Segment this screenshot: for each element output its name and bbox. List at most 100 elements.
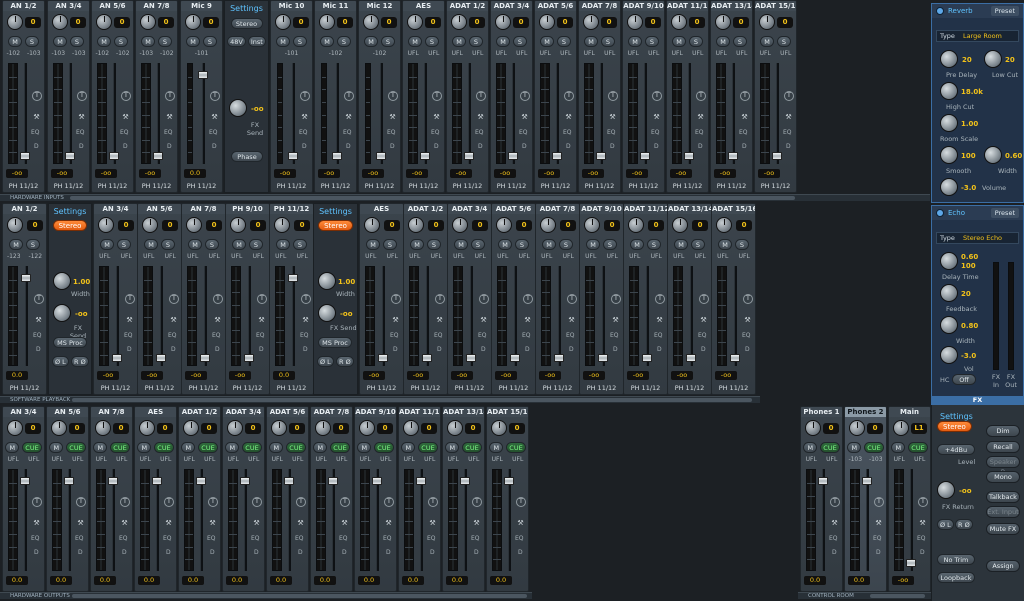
mute-button[interactable]: M (847, 442, 862, 453)
eq-label[interactable]: EQ (695, 129, 704, 136)
mute-button[interactable]: M (186, 36, 200, 47)
settings-wrench-icon[interactable]: ⚒ (300, 113, 309, 122)
dynamics-label[interactable]: D (518, 549, 523, 556)
eq-label[interactable]: EQ (31, 535, 40, 542)
trim-icon[interactable]: T (388, 91, 398, 101)
routing-label[interactable]: PH 11/12 (491, 182, 532, 190)
reverb-roomscale-knob[interactable] (940, 114, 958, 132)
volume-fader[interactable] (422, 354, 432, 362)
trim-icon[interactable]: T (611, 294, 621, 304)
eq-label[interactable]: EQ (654, 332, 663, 339)
reverb-lowcut-knob[interactable] (984, 50, 1002, 68)
playback-stereo-button-1[interactable]: Stereo (52, 220, 88, 231)
dynamics-label[interactable]: D (386, 549, 391, 556)
cr-fx-return-knob[interactable] (937, 481, 955, 499)
routing-label[interactable]: PH 11/12 (181, 182, 222, 190)
gain-knob[interactable] (359, 420, 375, 436)
settings-wrench-icon[interactable]: ⚒ (479, 316, 488, 325)
trim-icon[interactable]: T (699, 294, 709, 304)
settings-wrench-icon[interactable]: ⚒ (830, 519, 839, 528)
gain-knob[interactable] (451, 14, 467, 30)
volume-fader[interactable] (109, 152, 119, 160)
routing-label[interactable]: PH 11/12 (315, 182, 356, 190)
trim-icon[interactable]: T (564, 91, 574, 101)
solo-button[interactable]: S (25, 36, 39, 47)
gain-knob[interactable] (227, 420, 243, 436)
dynamics-label[interactable]: D (474, 549, 479, 556)
channel-name[interactable]: AN 5/6 (47, 407, 88, 417)
gain-knob[interactable] (447, 420, 463, 436)
solo-button[interactable]: S (557, 36, 571, 47)
mute-button[interactable]: M (144, 239, 158, 250)
inst-button[interactable]: Inst (247, 36, 266, 47)
cue-button[interactable]: CUE (462, 442, 482, 453)
eq-label[interactable]: EQ (299, 129, 308, 136)
mute-button[interactable]: M (628, 36, 642, 47)
reverb-smooth-knob[interactable] (940, 146, 958, 164)
eq-label[interactable]: EQ (519, 129, 528, 136)
echo-feedback-knob[interactable] (940, 284, 958, 302)
mute-button[interactable]: M (49, 442, 64, 453)
trim-icon[interactable]: T (740, 91, 750, 101)
settings-wrench-icon[interactable]: ⚒ (340, 519, 349, 528)
solo-button[interactable]: S (469, 36, 483, 47)
volume-fader[interactable] (862, 477, 872, 485)
channel-name[interactable]: AN 1/2 (3, 204, 46, 214)
settings-wrench-icon[interactable]: ⚒ (608, 113, 617, 122)
mute-button[interactable]: M (760, 36, 774, 47)
volume-fader[interactable] (728, 152, 738, 160)
routing-label[interactable]: PH 11/12 (624, 384, 667, 392)
eq-label[interactable]: EQ (31, 129, 40, 136)
gain-knob[interactable] (275, 14, 291, 30)
volume-fader[interactable] (196, 477, 206, 485)
settings-wrench-icon[interactable]: ⚒ (34, 316, 43, 325)
channel-name[interactable]: AES (403, 1, 444, 11)
solo-button[interactable]: S (777, 36, 791, 47)
routing-label[interactable]: PH 11/12 (623, 182, 664, 190)
cr-recall-button[interactable]: Recall (986, 441, 1020, 453)
gain-knob[interactable] (408, 217, 424, 233)
settings-wrench-icon[interactable]: ⚒ (435, 316, 444, 325)
channel-name[interactable]: ADAT 15/16 (487, 407, 528, 417)
gain-knob[interactable] (407, 14, 423, 30)
channel-name[interactable]: Phones 2 (845, 407, 886, 417)
settings-wrench-icon[interactable]: ⚒ (918, 519, 927, 528)
hardware-inputs-scrollbar[interactable] (70, 196, 795, 200)
trim-icon[interactable]: T (567, 294, 577, 304)
trim-icon[interactable]: T (476, 91, 486, 101)
gain-knob[interactable] (98, 217, 114, 233)
volume-fader[interactable] (328, 477, 338, 485)
gain-knob[interactable] (403, 420, 419, 436)
dynamics-label[interactable]: D (122, 549, 127, 556)
mute-button[interactable]: M (364, 36, 378, 47)
mute-button[interactable]: M (100, 239, 114, 250)
eq-label[interactable]: EQ (390, 332, 399, 339)
cr-speaker-b-button[interactable]: Speaker B (986, 456, 1020, 476)
gain-knob[interactable] (491, 420, 507, 436)
routing-label[interactable]: PH 11/12 (667, 182, 708, 190)
gain-knob[interactable] (716, 217, 732, 233)
trim-icon[interactable]: T (77, 91, 87, 101)
channel-name[interactable]: ADAT 15/16 (712, 204, 755, 214)
trim-icon[interactable]: T (34, 294, 44, 304)
trim-icon[interactable]: T (213, 294, 223, 304)
settings-wrench-icon[interactable]: ⚒ (213, 316, 222, 325)
routing-label[interactable]: PH 11/12 (136, 182, 177, 190)
dynamics-label[interactable]: D (36, 346, 41, 353)
cr-mute-fx-button[interactable]: Mute FX (986, 523, 1020, 535)
mute-button[interactable]: M (366, 239, 380, 250)
cue-button[interactable]: CUE (506, 442, 526, 453)
echo-delay-knob[interactable] (940, 252, 958, 270)
gain-knob[interactable] (672, 217, 688, 233)
mute-button[interactable]: M (8, 36, 22, 47)
eq-label[interactable]: EQ (212, 332, 221, 339)
settings-wrench-icon[interactable]: ⚒ (696, 113, 705, 122)
settings-wrench-icon[interactable]: ⚒ (257, 316, 266, 325)
cue-button[interactable]: CUE (330, 442, 350, 453)
reverb-preset-button[interactable]: Preset (990, 6, 1019, 16)
gain-knob[interactable] (139, 420, 155, 436)
eq-label[interactable]: EQ (76, 129, 85, 136)
gain-knob[interactable] (96, 14, 112, 30)
channel-name[interactable]: Mic 12 (359, 1, 400, 11)
volume-fader[interactable] (508, 152, 518, 160)
